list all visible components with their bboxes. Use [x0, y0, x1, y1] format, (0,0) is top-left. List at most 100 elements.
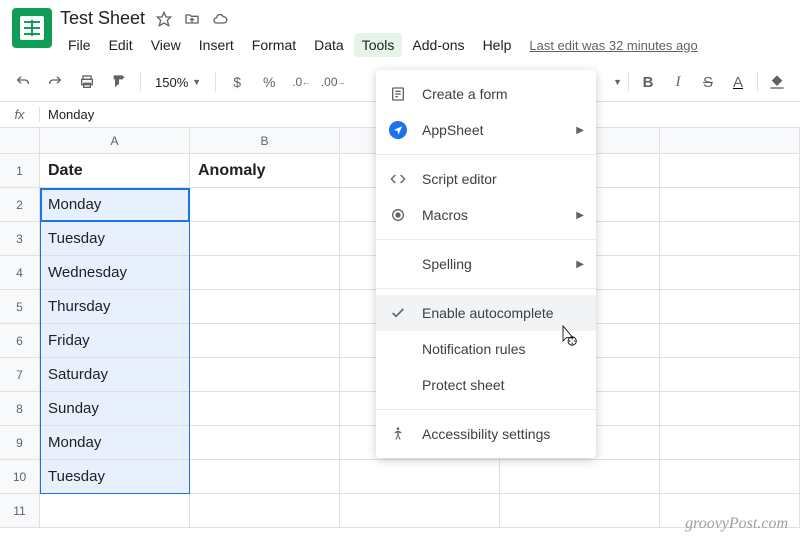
menu-appsheet[interactable]: AppSheet ▶	[376, 112, 596, 148]
row-header-6[interactable]: 6	[0, 324, 40, 358]
cell-e6[interactable]	[660, 324, 800, 358]
cell-b5[interactable]	[190, 290, 340, 324]
cell-a8[interactable]: Sunday	[40, 392, 190, 426]
cell-b7[interactable]	[190, 358, 340, 392]
menu-create-form[interactable]: Create a form	[376, 76, 596, 112]
col-header-a[interactable]: A	[40, 128, 190, 154]
zoom-select[interactable]: 150%▼	[149, 75, 207, 90]
col-header-b[interactable]: B	[190, 128, 340, 154]
cell-c11[interactable]	[340, 494, 500, 528]
cell-a5[interactable]: Thursday	[40, 290, 190, 324]
cell-e7[interactable]	[660, 358, 800, 392]
menu-protect-sheet[interactable]: Protect sheet	[376, 367, 596, 403]
menu-macros[interactable]: Macros ▶	[376, 197, 596, 233]
text-color-button[interactable]: A	[725, 69, 751, 95]
menu-view[interactable]: View	[143, 33, 189, 57]
cell-e3[interactable]	[660, 222, 800, 256]
code-icon	[388, 169, 408, 189]
row-header-5[interactable]: 5	[0, 290, 40, 324]
cell-a6[interactable]: Friday	[40, 324, 190, 358]
paint-format-button[interactable]	[106, 69, 132, 95]
cell-b4[interactable]	[190, 256, 340, 290]
submenu-arrow-icon: ▶	[576, 259, 584, 270]
cell-b9[interactable]	[190, 426, 340, 460]
row-header-9[interactable]: 9	[0, 426, 40, 460]
cell-e8[interactable]	[660, 392, 800, 426]
title-bar: Test Sheet File Edit View Insert Format …	[0, 0, 800, 57]
menu-tools[interactable]: Tools	[354, 33, 403, 57]
cell-e10[interactable]	[660, 460, 800, 494]
row-header-10[interactable]: 10	[0, 460, 40, 494]
row-header-4[interactable]: 4	[0, 256, 40, 290]
cell-e2[interactable]	[660, 188, 800, 222]
cell-a7[interactable]: Saturday	[40, 358, 190, 392]
menu-help[interactable]: Help	[475, 33, 520, 57]
decrease-decimal-button[interactable]: .0←	[288, 69, 314, 95]
row-header-7[interactable]: 7	[0, 358, 40, 392]
cell-e1[interactable]	[660, 154, 800, 188]
menu-notification-rules[interactable]: Notification rules	[376, 331, 596, 367]
menu-addons[interactable]: Add-ons	[404, 33, 472, 57]
strikethrough-button[interactable]: S	[695, 69, 721, 95]
record-icon	[388, 205, 408, 225]
star-icon[interactable]	[155, 10, 173, 28]
menu-data[interactable]: Data	[306, 33, 352, 57]
row-header-2[interactable]: 2	[0, 188, 40, 222]
cell-a4[interactable]: Wednesday	[40, 256, 190, 290]
watermark: groovyPost.com	[685, 515, 788, 533]
bold-button[interactable]: B	[635, 69, 661, 95]
select-all-corner[interactable]	[0, 128, 40, 154]
percent-button[interactable]: %	[256, 69, 282, 95]
row-header-3[interactable]: 3	[0, 222, 40, 256]
row-header-8[interactable]: 8	[0, 392, 40, 426]
cell-b6[interactable]	[190, 324, 340, 358]
cell-a9[interactable]: Monday	[40, 426, 190, 460]
cell-e5[interactable]	[660, 290, 800, 324]
cell-e9[interactable]	[660, 426, 800, 460]
print-button[interactable]	[74, 69, 100, 95]
cell-b2[interactable]	[190, 188, 340, 222]
font-size-dropdown[interactable]: ▼	[613, 77, 622, 87]
menu-format[interactable]: Format	[244, 33, 304, 57]
fill-color-button[interactable]	[764, 69, 790, 95]
cell-a2[interactable]: Monday	[40, 188, 190, 222]
menu-edit[interactable]: Edit	[101, 33, 141, 57]
document-title[interactable]: Test Sheet	[60, 8, 145, 29]
cloud-status-icon[interactable]	[211, 10, 229, 28]
check-icon	[388, 303, 408, 323]
italic-button[interactable]: I	[665, 69, 691, 95]
cell-a10[interactable]: Tuesday	[40, 460, 190, 494]
cell-b1[interactable]: Anomaly	[190, 154, 340, 188]
cell-b3[interactable]	[190, 222, 340, 256]
menu-insert[interactable]: Insert	[191, 33, 242, 57]
cell-b11[interactable]	[190, 494, 340, 528]
cell-a11[interactable]	[40, 494, 190, 528]
currency-button[interactable]: $	[224, 69, 250, 95]
cell-d11[interactable]	[500, 494, 660, 528]
increase-decimal-button[interactable]: .00→	[320, 69, 346, 95]
edit-status[interactable]: Last edit was 32 minutes ago	[529, 38, 697, 53]
sheets-logo[interactable]	[12, 8, 52, 48]
col-header-extra[interactable]	[660, 128, 800, 154]
cell-a1[interactable]: Date	[40, 154, 190, 188]
cell-b10[interactable]	[190, 460, 340, 494]
appsheet-icon	[388, 120, 408, 140]
menu-enable-autocomplete[interactable]: Enable autocomplete	[376, 295, 596, 331]
row-header-1[interactable]: 1	[0, 154, 40, 188]
row-header-11[interactable]: 11	[0, 494, 40, 528]
menu-spelling[interactable]: Spelling ▶	[376, 246, 596, 282]
undo-button[interactable]	[10, 69, 36, 95]
menu-script-editor[interactable]: Script editor	[376, 161, 596, 197]
cell-a3[interactable]: Tuesday	[40, 222, 190, 256]
cell-d10[interactable]	[500, 460, 660, 494]
cell-e4[interactable]	[660, 256, 800, 290]
menu-bar: File Edit View Insert Format Data Tools …	[60, 33, 698, 57]
move-folder-icon[interactable]	[183, 10, 201, 28]
cell-b8[interactable]	[190, 392, 340, 426]
redo-button[interactable]	[42, 69, 68, 95]
cell-c10[interactable]	[340, 460, 500, 494]
submenu-arrow-icon: ▶	[576, 125, 584, 136]
menu-accessibility[interactable]: Accessibility settings	[376, 416, 596, 452]
menu-file[interactable]: File	[60, 33, 99, 57]
accessibility-icon	[388, 424, 408, 444]
